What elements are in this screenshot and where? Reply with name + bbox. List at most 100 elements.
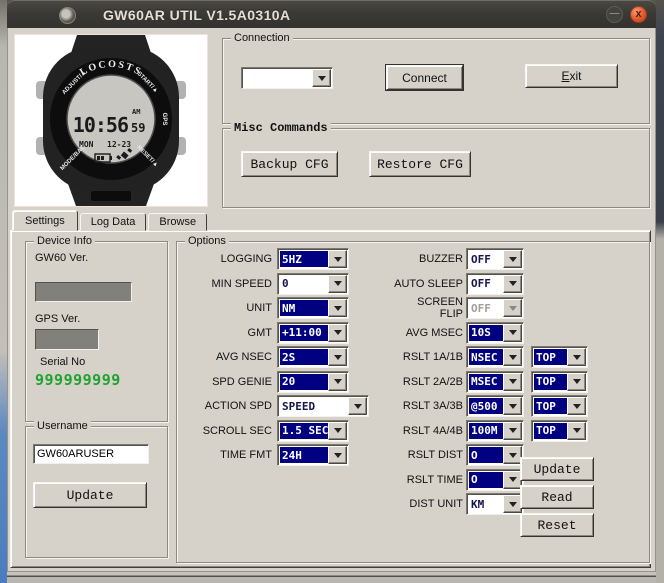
- rslt-2a2b-pos-value: TOP: [534, 374, 568, 390]
- options-read-button[interactable]: Read: [520, 485, 594, 509]
- logging-select[interactable]: 5HZ: [277, 248, 349, 270]
- chevron-down-icon[interactable]: [328, 373, 347, 391]
- restore-cfg-button[interactable]: Restore CFG: [369, 151, 471, 177]
- rslt-2a2b-type-value: MSEC: [469, 374, 504, 390]
- desktop-bottom-edge: [7, 572, 656, 583]
- chevron-down-icon[interactable]: [567, 348, 586, 366]
- option-row: BUZZER OFF: [391, 247, 641, 272]
- spd-genie-label: SPD GENIE: [187, 376, 272, 388]
- rslt-4a4b-type-select[interactable]: 100M: [466, 420, 524, 442]
- rslt-4a4b-pos-value: TOP: [534, 423, 568, 439]
- rslt-time-select[interactable]: O: [466, 469, 524, 491]
- rslt-3a3b-pos-value: TOP: [534, 398, 568, 414]
- rslt-3a3b-type-select[interactable]: @500: [466, 395, 524, 417]
- chevron-down-icon[interactable]: [328, 275, 347, 293]
- rslt-1a1b-type-value: NSEC: [469, 349, 504, 365]
- backup-cfg-button[interactable]: Backup CFG: [241, 151, 338, 177]
- rslt-4a4b-pos-select[interactable]: TOP: [531, 420, 588, 442]
- rslt-2a2b-type-select[interactable]: MSEC: [466, 371, 524, 393]
- chevron-down-icon[interactable]: [503, 348, 522, 366]
- time-fmt-select[interactable]: 24H: [277, 444, 349, 466]
- chevron-down-icon[interactable]: [328, 250, 347, 268]
- avg-msec-select[interactable]: 10S: [466, 322, 524, 344]
- serial-no-label: Serial No: [40, 356, 85, 368]
- tab-settings[interactable]: Settings: [12, 210, 78, 231]
- rslt-dist-select[interactable]: O: [466, 444, 524, 466]
- dist-unit-select[interactable]: KM: [466, 493, 524, 515]
- rslt-1a1b-type-select[interactable]: NSEC: [466, 346, 524, 368]
- avg-nsec-select[interactable]: 2S: [277, 346, 349, 368]
- avg-nsec-value: 2S: [280, 349, 329, 365]
- username-group: Username Update: [25, 426, 168, 558]
- chevron-down-icon[interactable]: [328, 324, 347, 342]
- buzzer-label: BUZZER: [391, 253, 463, 265]
- chevron-down-icon[interactable]: [328, 299, 347, 317]
- rslt-3a3b-pos-select[interactable]: TOP: [531, 395, 588, 417]
- chevron-down-icon[interactable]: [348, 397, 367, 415]
- chevron-down-icon[interactable]: [312, 69, 331, 87]
- options-update-button[interactable]: Update: [520, 457, 594, 481]
- connect-button[interactable]: Connect: [386, 65, 463, 90]
- watch-seconds: 59: [131, 121, 145, 135]
- spd-genie-value: 20: [280, 374, 329, 390]
- minimize-button[interactable]: —: [606, 6, 623, 23]
- gmt-select[interactable]: +11:00: [277, 322, 349, 344]
- tab-browse[interactable]: Browse: [148, 213, 207, 231]
- logging-value: 5HZ: [280, 251, 329, 267]
- rslt-2a2b-pos-select[interactable]: TOP: [531, 371, 588, 393]
- option-row: AVG MSEC 10S: [391, 321, 641, 346]
- username-group-title: Username: [34, 420, 91, 432]
- rslt-4a4b-type-value: 100M: [469, 423, 504, 439]
- misc-commands-title: Misc Commands: [231, 121, 331, 135]
- chevron-down-icon[interactable]: [567, 422, 586, 440]
- auto-sleep-value: OFF: [469, 276, 504, 292]
- chevron-down-icon[interactable]: [503, 275, 522, 293]
- exit-button[interactable]: Exit: [525, 64, 618, 88]
- time-fmt-value: 24H: [280, 447, 329, 463]
- option-row: RSLT DIST O: [391, 443, 641, 468]
- min-speed-select[interactable]: 0: [277, 273, 349, 295]
- chevron-down-icon[interactable]: [567, 397, 586, 415]
- option-row: DIST UNIT KM: [391, 492, 641, 517]
- chevron-down-icon[interactable]: [328, 348, 347, 366]
- screen-flip-select: OFF: [466, 297, 524, 319]
- username-input[interactable]: [33, 444, 149, 464]
- rslt-dist-label: RSLT DIST: [391, 449, 463, 461]
- close-icon[interactable]: x: [630, 6, 647, 23]
- auto-sleep-select[interactable]: OFF: [466, 273, 524, 295]
- gw60-ver-field: [35, 282, 132, 302]
- titlebar[interactable]: GW60AR UTIL V1.5A0310A — x: [7, 0, 656, 28]
- options-reset-button[interactable]: Reset: [520, 513, 594, 537]
- action-spd-select[interactable]: SPEED: [277, 395, 369, 417]
- option-row: RSLT 4A/4B 100M TOP: [391, 419, 641, 444]
- chevron-down-icon[interactable]: [567, 373, 586, 391]
- com-port-select[interactable]: [241, 67, 333, 89]
- avg-msec-value: 10S: [469, 325, 504, 341]
- option-row: RSLT 3A/3B @500 TOP: [391, 394, 641, 419]
- dist-unit-value: KM: [469, 496, 504, 512]
- watch-day: MON: [79, 140, 94, 149]
- rslt-1a1b-pos-select[interactable]: TOP: [531, 346, 588, 368]
- buzzer-select[interactable]: OFF: [466, 248, 524, 270]
- chevron-down-icon[interactable]: [328, 422, 347, 440]
- chevron-down-icon[interactable]: [328, 446, 347, 464]
- rslt-time-value: O: [469, 472, 504, 488]
- spd-genie-select[interactable]: 20: [277, 371, 349, 393]
- gps-ver-label: GPS Ver.: [35, 313, 80, 325]
- chevron-down-icon[interactable]: [503, 397, 522, 415]
- chevron-down-icon[interactable]: [503, 250, 522, 268]
- action-spd-value: SPEED: [280, 398, 349, 414]
- desktop-left-edge: [0, 0, 7, 583]
- tab-bar: Settings Log Data Browse: [12, 210, 209, 231]
- gmt-label: GMT: [187, 327, 272, 339]
- connection-group: Connection Connect Exit: [222, 38, 650, 124]
- chevron-down-icon[interactable]: [503, 422, 522, 440]
- chevron-down-icon[interactable]: [503, 324, 522, 342]
- username-update-button[interactable]: Update: [33, 482, 147, 508]
- scroll-sec-select[interactable]: 1.5 SEC: [277, 420, 349, 442]
- tab-log-data[interactable]: Log Data: [80, 213, 147, 231]
- unit-select[interactable]: NM: [277, 297, 349, 319]
- chevron-down-icon[interactable]: [503, 373, 522, 391]
- connection-group-title: Connection: [231, 32, 293, 44]
- watch-label-gps: GPS: [161, 113, 167, 126]
